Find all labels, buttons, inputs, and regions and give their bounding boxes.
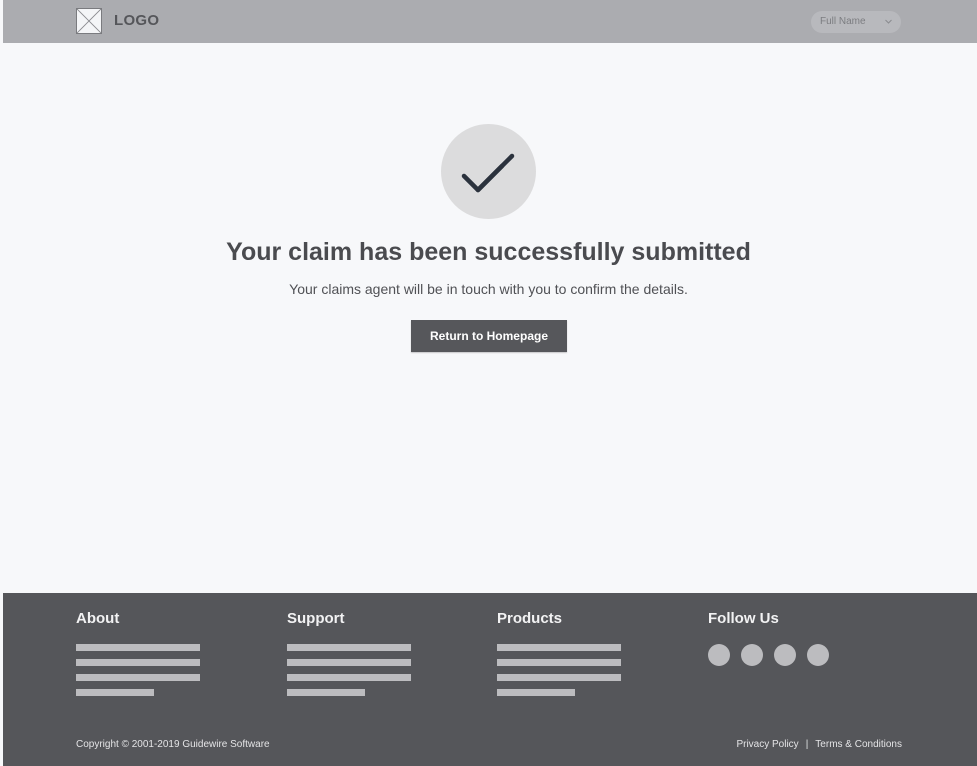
footer-column-support: Support (287, 610, 411, 704)
footer-link-placeholder[interactable] (76, 659, 200, 666)
checkmark-icon (461, 153, 515, 193)
social-icons (708, 644, 829, 666)
footer-link-placeholder[interactable] (76, 644, 200, 651)
footer-link-list (76, 644, 200, 696)
copyright-text: Copyright © 2001-2019 Guidewire Software (76, 739, 270, 750)
footer-link-list (287, 644, 411, 696)
footer-column-about: About (76, 610, 200, 704)
chevron-down-icon (884, 17, 893, 26)
footer-link-placeholder[interactable] (497, 689, 575, 696)
social-icon[interactable] (774, 644, 796, 666)
confirmation-message: Your claims agent will be in touch with … (289, 281, 688, 297)
page-title: Your claim has been successfully submitt… (226, 238, 751, 266)
user-name-label: Full Name (820, 16, 866, 27)
footer-heading: Follow Us (708, 610, 779, 627)
link-separator: | (805, 739, 809, 750)
footer-link-placeholder[interactable] (76, 674, 200, 681)
footer-link-placeholder[interactable] (287, 659, 411, 666)
footer-link-placeholder[interactable] (287, 674, 411, 681)
footer-link-list (497, 644, 621, 696)
footer-column-products: Products (497, 610, 621, 704)
social-icon[interactable] (708, 644, 730, 666)
header: LOGO Full Name (3, 0, 977, 43)
user-menu-dropdown[interactable]: Full Name (811, 11, 901, 33)
footer-link-placeholder[interactable] (497, 644, 621, 651)
image-placeholder-icon[interactable] (76, 8, 102, 34)
return-to-homepage-button[interactable]: Return to Homepage (411, 320, 567, 352)
footer-heading: Support (287, 610, 345, 627)
footer: About Support Products Follow Us Copyrig… (3, 593, 977, 766)
terms-conditions-link[interactable]: Terms & Conditions (815, 739, 902, 750)
privacy-policy-link[interactable]: Privacy Policy (736, 739, 798, 750)
footer-link-placeholder[interactable] (497, 674, 621, 681)
legal-links: Privacy Policy | Terms & Conditions (736, 739, 902, 750)
social-icon[interactable] (741, 644, 763, 666)
footer-link-placeholder[interactable] (287, 644, 411, 651)
page: LOGO Full Name Your claim has been succe… (0, 0, 977, 766)
footer-heading: About (76, 610, 120, 627)
footer-link-placeholder[interactable] (497, 659, 621, 666)
footer-link-placeholder[interactable] (287, 689, 365, 696)
success-badge (441, 124, 536, 219)
footer-link-placeholder[interactable] (76, 689, 154, 696)
footer-column-follow-us: Follow Us (708, 610, 829, 666)
social-icon[interactable] (807, 644, 829, 666)
footer-heading: Products (497, 610, 563, 627)
logo-text[interactable]: LOGO (114, 12, 159, 29)
